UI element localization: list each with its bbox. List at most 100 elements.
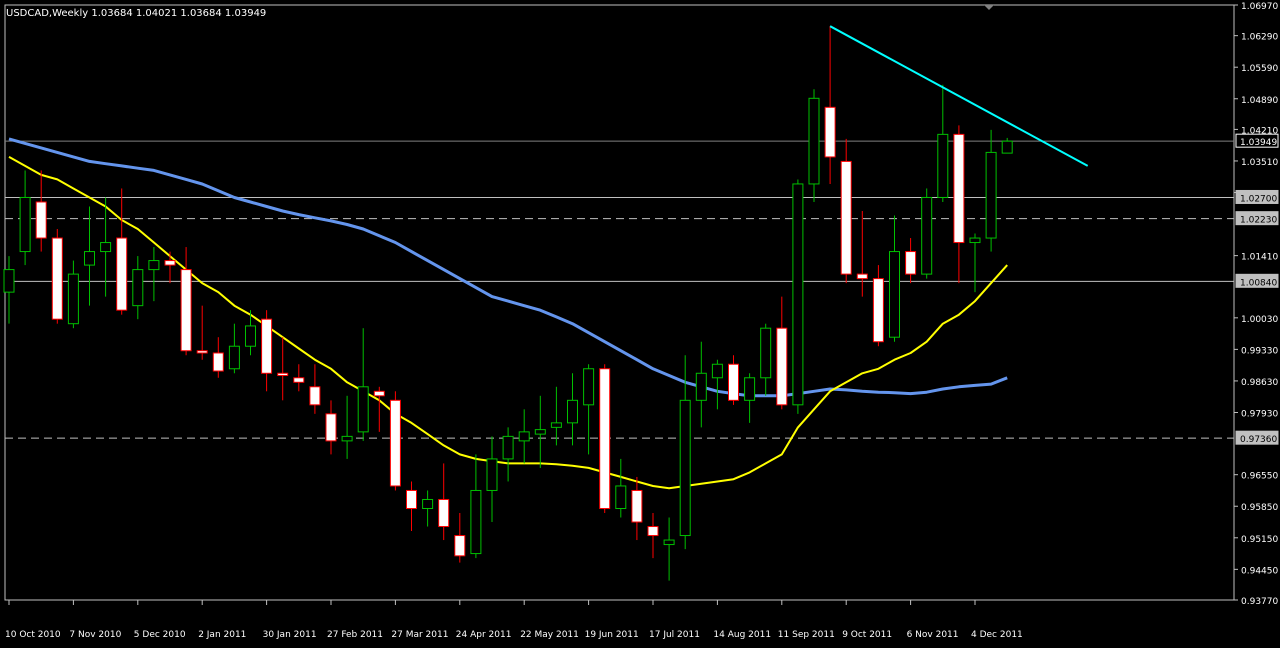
bull-candle	[486, 436, 498, 523]
candle-body	[389, 399, 401, 487]
price-tick-label: 0.99330	[1241, 346, 1278, 356]
bull-candle	[502, 427, 514, 482]
bull-candle	[67, 260, 79, 329]
bull-candle	[518, 409, 530, 464]
bear-candle	[212, 337, 224, 378]
candle-body	[84, 251, 95, 266]
time-axis: 10 Oct 2010 7 Nov 2010 5 Dec 2010 2 Jan 201…	[5, 600, 1023, 640]
candle-body	[567, 399, 578, 424]
candle-body	[277, 372, 289, 377]
bear-candle	[905, 238, 917, 284]
price-tick-label: 1.06970	[1241, 2, 1278, 12]
price-label: 0.97360	[1240, 435, 1277, 445]
bull-candle	[422, 490, 434, 527]
price-tick-label: 0.95150	[1241, 535, 1278, 545]
time-tick-label: 22 May 2011	[520, 630, 579, 640]
bear-candle	[856, 210, 868, 297]
bear-candle	[728, 355, 739, 405]
candle-body	[599, 368, 611, 509]
bear-candle	[840, 138, 852, 284]
candle-body	[969, 237, 981, 244]
bull-candle	[1001, 137, 1013, 154]
candle-body	[679, 399, 691, 537]
bear-candle	[35, 170, 47, 252]
chart-window[interactable]: 1.06970 1.06290 1.05590 1.04890 1.04210 1.035…	[0, 0, 1280, 644]
candle-body	[196, 350, 208, 354]
bull-candle	[889, 215, 900, 342]
bull-candle	[711, 359, 723, 410]
candle-body	[663, 539, 675, 546]
candle-body	[245, 325, 256, 347]
bear-candle	[325, 400, 337, 455]
bull-candle	[969, 233, 981, 293]
bear-candle	[776, 296, 788, 410]
bear-candle	[261, 310, 273, 392]
price-tick-label: 0.95850	[1241, 503, 1278, 513]
bear-candle	[824, 26, 836, 184]
candle-body	[148, 260, 160, 271]
time-tick-label: 4 Dec 2011	[971, 630, 1023, 640]
price-label: 1.02230	[1240, 216, 1277, 226]
candle-body	[422, 498, 434, 509]
price-tick-label: 0.94450	[1241, 566, 1278, 576]
symbol-title: USDCAD,Weekly 1.03684 1.04021 1.03684 1.…	[6, 8, 266, 19]
time-tick-label: 10 Oct 2010	[5, 630, 61, 640]
price-label: 1.00840	[1240, 278, 1277, 288]
candle-body	[406, 489, 417, 509]
bear-candle	[953, 125, 965, 284]
candle-body	[180, 269, 192, 352]
bull-candle	[760, 323, 772, 396]
price-tick-label: 0.97930	[1241, 409, 1278, 419]
bull-candle	[341, 395, 353, 459]
bull-candle	[534, 395, 546, 468]
bear-candle	[872, 265, 884, 347]
candle-body	[615, 485, 627, 509]
time-tick-label: 27 Mar 2011	[391, 630, 448, 640]
bear-candle	[647, 513, 659, 559]
candle-body	[164, 260, 176, 266]
time-tick-label: 24 Apr 2011	[456, 630, 512, 640]
candle-body	[502, 435, 514, 460]
time-tick-label: 2 Jan 2011	[198, 630, 246, 640]
price-label: 1.02700	[1240, 194, 1277, 204]
candle-body	[19, 196, 31, 253]
chart-shift-marker[interactable]	[984, 5, 994, 10]
bear-candle	[116, 188, 128, 315]
candle-body	[309, 386, 321, 406]
time-tick-label: 27 Feb 2011	[327, 630, 383, 640]
price-chart[interactable]: 1.069701.062901.055901.048901.042101.035…	[0, 0, 1280, 644]
bull-candle	[985, 129, 997, 252]
bear-candle	[373, 386, 385, 432]
bull-candle	[470, 454, 482, 559]
bull-candle	[583, 364, 595, 455]
candle-body	[67, 273, 79, 325]
candle-body	[889, 251, 900, 338]
bear-candle	[293, 364, 305, 392]
candle-body	[631, 489, 643, 523]
bull-candle	[792, 179, 804, 414]
candle-body	[373, 390, 385, 397]
candle-body	[486, 458, 498, 491]
time-tick-label: 30 Jan 2011	[263, 630, 317, 640]
candle-body	[228, 345, 240, 370]
price-tick-label: 0.93770	[1241, 597, 1278, 607]
bear-candle	[438, 463, 450, 541]
candle-body	[921, 196, 933, 275]
candle-body	[728, 363, 739, 401]
candle-body	[711, 363, 723, 379]
price-labels-layer: 1.03949 1.02700 1.02230 1.00840 0.97360	[1235, 133, 1279, 445]
candle-body	[293, 377, 305, 383]
candle-body	[776, 327, 788, 406]
bull-candle	[19, 170, 31, 266]
price-tick-label: 1.00030	[1241, 315, 1278, 325]
candle-body	[840, 160, 852, 275]
bull-candle	[921, 188, 933, 279]
bear-candle	[599, 364, 611, 514]
candle-body	[824, 106, 836, 158]
time-tick-label: 9 Oct 2011	[842, 630, 892, 640]
price-tick-label: 0.98630	[1241, 378, 1278, 388]
price-tick-label: 1.04890	[1241, 96, 1278, 106]
candle-body	[35, 201, 47, 239]
candle-body	[856, 273, 868, 280]
candle-body	[953, 133, 965, 244]
